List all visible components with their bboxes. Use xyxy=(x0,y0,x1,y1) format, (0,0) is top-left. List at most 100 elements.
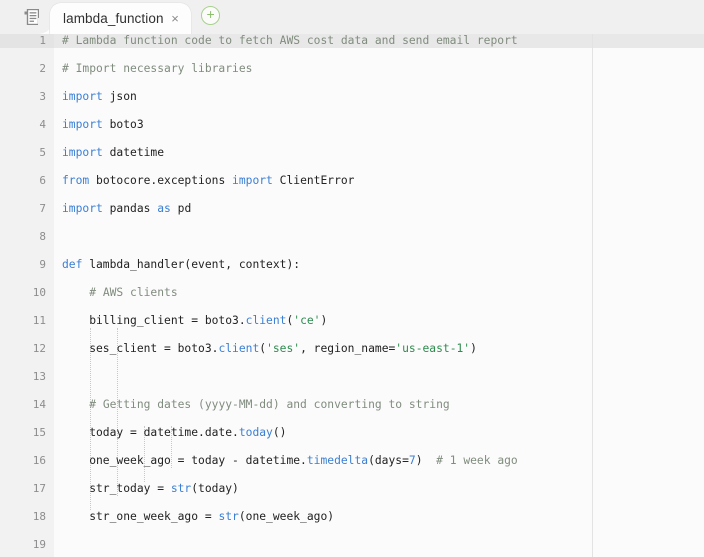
code-lines: 1 # Lambda function code to fetch AWS cos… xyxy=(0,34,704,552)
code-token: (today) xyxy=(191,482,239,495)
code-token: pandas xyxy=(102,202,158,215)
code-line-text: import pandas as pd xyxy=(62,202,191,216)
line-number: 9 xyxy=(39,258,46,271)
code-token: botocore.exceptions xyxy=(89,174,233,187)
code-token: one_week_ago = today - datetime. xyxy=(62,454,307,467)
code-line: 13 xyxy=(0,370,704,384)
line-number: 16 xyxy=(32,454,46,467)
tab-lambda-function[interactable]: lambda_function × xyxy=(50,3,191,34)
line-number: 8 xyxy=(39,230,46,243)
code-token: , region_name= xyxy=(300,342,396,355)
code-token: # Getting dates (yyyy-MM-dd) and convert… xyxy=(89,398,450,411)
plus-icon-glyph: + xyxy=(206,5,215,22)
code-line-text: # Getting dates (yyyy-MM-dd) and convert… xyxy=(62,398,450,412)
code-token: client xyxy=(218,342,260,355)
code-token: import xyxy=(232,174,273,187)
code-token: today = datetime.date. xyxy=(62,426,239,439)
line-number: 7 xyxy=(39,202,46,215)
line-number: 13 xyxy=(32,370,46,383)
line-number: 4 xyxy=(39,118,46,131)
code-token: 7 xyxy=(408,454,416,467)
code-line: 16 one_week_ago = today - datetime.timed… xyxy=(0,454,704,468)
code-line: 3 import json xyxy=(0,90,704,104)
line-number: 12 xyxy=(32,342,46,355)
code-token: ) xyxy=(415,454,437,467)
code-line: 8 xyxy=(0,230,704,244)
code-token: timedelta xyxy=(306,454,369,467)
code-line: 18 str_one_week_ago = str(one_week_ago) xyxy=(0,510,704,524)
code-token: str xyxy=(170,482,192,495)
code-token: str_one_week_ago = xyxy=(62,510,219,523)
code-token: boto3 xyxy=(102,118,144,131)
code-line-text: # Lambda function code to fetch AWS cost… xyxy=(62,34,518,48)
code-token: datetime xyxy=(102,146,165,159)
code-line: 10 # AWS clients xyxy=(0,286,704,300)
line-number: 15 xyxy=(32,426,46,439)
code-token: ClientError xyxy=(272,174,355,187)
code-token: # Import necessary libraries xyxy=(62,62,253,75)
code-token: today xyxy=(238,426,273,439)
code-line: 6 from botocore.exceptions import ClientE… xyxy=(0,174,704,188)
code-line-text: str_today = str(today) xyxy=(62,482,239,496)
code-line: 1 # Lambda function code to fetch AWS cos… xyxy=(0,34,704,48)
code-token: import xyxy=(62,90,103,103)
code-token: # Lambda function code to fetch AWS cost… xyxy=(62,34,518,47)
code-token: str_today = xyxy=(62,482,171,495)
code-line-text: ses_client = boto3.client('ses', region_… xyxy=(62,342,477,356)
code-line: 2 # Import necessary libraries xyxy=(0,62,704,76)
code-token: from xyxy=(62,174,90,187)
code-line: 17 str_today = str(today) xyxy=(0,482,704,496)
code-line-text: # AWS clients xyxy=(62,286,178,300)
code-token: import xyxy=(62,146,103,159)
code-token: ses_client = boto3. xyxy=(62,342,219,355)
line-number: 3 xyxy=(39,90,46,103)
line-number: 17 xyxy=(32,482,46,495)
code-line-text: import boto3 xyxy=(62,118,144,132)
code-line-text: import datetime xyxy=(62,146,164,160)
code-token: import xyxy=(62,118,103,131)
line-number: 11 xyxy=(32,314,46,327)
code-token: () xyxy=(272,426,287,439)
code-line-text: from botocore.exceptions import ClientEr… xyxy=(62,174,354,188)
code-token: def xyxy=(62,258,83,271)
line-number: 6 xyxy=(39,174,46,187)
code-token: json xyxy=(102,90,137,103)
code-token: # AWS clients xyxy=(89,286,178,299)
line-number: 1 xyxy=(39,34,46,47)
line-number: 14 xyxy=(32,398,46,411)
code-token: (one_week_ago) xyxy=(238,510,335,523)
code-line-text: str_one_week_ago = str(one_week_ago) xyxy=(62,510,334,524)
code-line-text: import json xyxy=(62,90,137,104)
tab-bar: lambda_function × + xyxy=(0,0,704,34)
new-tab-button[interactable]: + xyxy=(191,0,231,34)
code-token: 'ses' xyxy=(266,342,301,355)
code-line: 11 billing_client = boto3.client('ce') xyxy=(0,314,704,328)
code-editor[interactable]: 1 # Lambda function code to fetch AWS cos… xyxy=(0,34,704,557)
code-line-text: today = datetime.date.today() xyxy=(62,426,286,440)
plus-icon: + xyxy=(201,5,221,25)
code-line: 9 def lambda_handler(event, context): xyxy=(0,258,704,272)
code-token: (days= xyxy=(368,454,409,467)
line-number: 5 xyxy=(39,146,46,159)
code-token: client xyxy=(245,314,287,327)
code-line: 12 ses_client = boto3.client('ses', regi… xyxy=(0,342,704,356)
document-list-icon-glyph xyxy=(24,9,39,25)
code-editor-window: lambda_function × + 1 # Lambda function c… xyxy=(0,0,704,557)
code-line: 7 import pandas as pd xyxy=(0,202,704,216)
code-token: 'ce' xyxy=(293,314,321,327)
line-number: 10 xyxy=(32,286,46,299)
tab-bar-left-padding xyxy=(0,0,12,34)
code-token: 'us-east-1' xyxy=(395,342,471,355)
code-token: billing_client = boto3. xyxy=(62,314,246,327)
code-line: 4 import boto3 xyxy=(0,118,704,132)
code-token: pd xyxy=(170,202,192,215)
code-token: lambda_handler(event, context): xyxy=(82,258,301,271)
code-token: str xyxy=(218,510,239,523)
code-line: 19 xyxy=(0,538,704,552)
code-line-text: billing_client = boto3.client('ce') xyxy=(62,314,327,328)
code-token: ) xyxy=(320,314,328,327)
document-list-icon[interactable] xyxy=(12,0,50,34)
close-icon[interactable]: × xyxy=(169,12,182,25)
